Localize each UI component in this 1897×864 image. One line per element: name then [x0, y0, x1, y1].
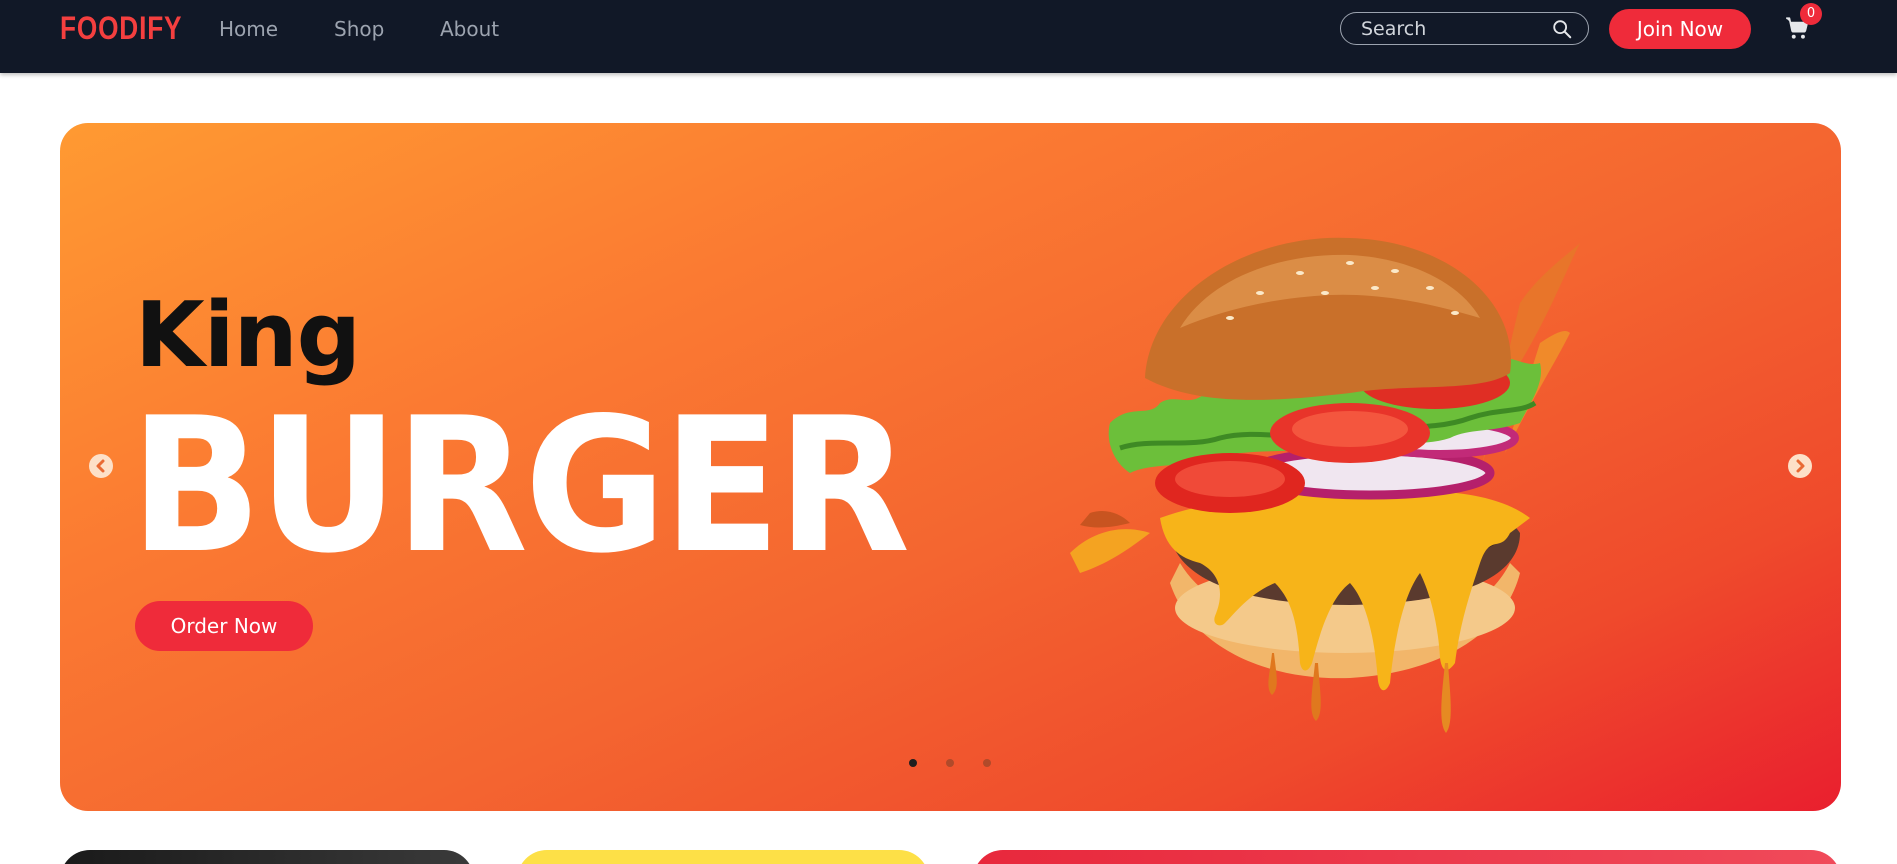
top-navbar: FOODIFY Home Shop About Join Now 0: [0, 0, 1897, 73]
burger-image: [1070, 237, 1580, 733]
category-card-3[interactable]: [973, 850, 1841, 864]
nav-link-about[interactable]: About: [440, 17, 499, 41]
carousel-dot-1[interactable]: [909, 759, 917, 767]
category-card-1[interactable]: [60, 850, 474, 864]
chevron-left-icon: [96, 459, 105, 473]
nav-link-home[interactable]: Home: [219, 17, 278, 41]
carousel-prev-button[interactable]: [89, 454, 113, 478]
chevron-right-icon: [1796, 459, 1805, 473]
nav-link-shop[interactable]: Shop: [334, 17, 384, 41]
carousel-dot-3[interactable]: [983, 759, 991, 767]
search-box: [1340, 12, 1589, 45]
category-card-2[interactable]: [517, 850, 929, 864]
order-now-button[interactable]: Order Now: [135, 601, 313, 651]
hero-subtitle: King: [135, 283, 361, 388]
carousel-dot-2[interactable]: [946, 759, 954, 767]
carousel-next-button[interactable]: [1788, 454, 1812, 478]
search-input[interactable]: [1361, 17, 1551, 41]
cart-count-badge: 0: [1800, 3, 1822, 25]
search-icon[interactable]: [1551, 18, 1573, 40]
join-now-button[interactable]: Join Now: [1609, 9, 1751, 49]
hero-carousel: King BURGER Order Now: [60, 123, 1841, 811]
brand-logo[interactable]: FOODIFY: [60, 10, 182, 47]
hero-title: BURGER: [130, 377, 910, 594]
